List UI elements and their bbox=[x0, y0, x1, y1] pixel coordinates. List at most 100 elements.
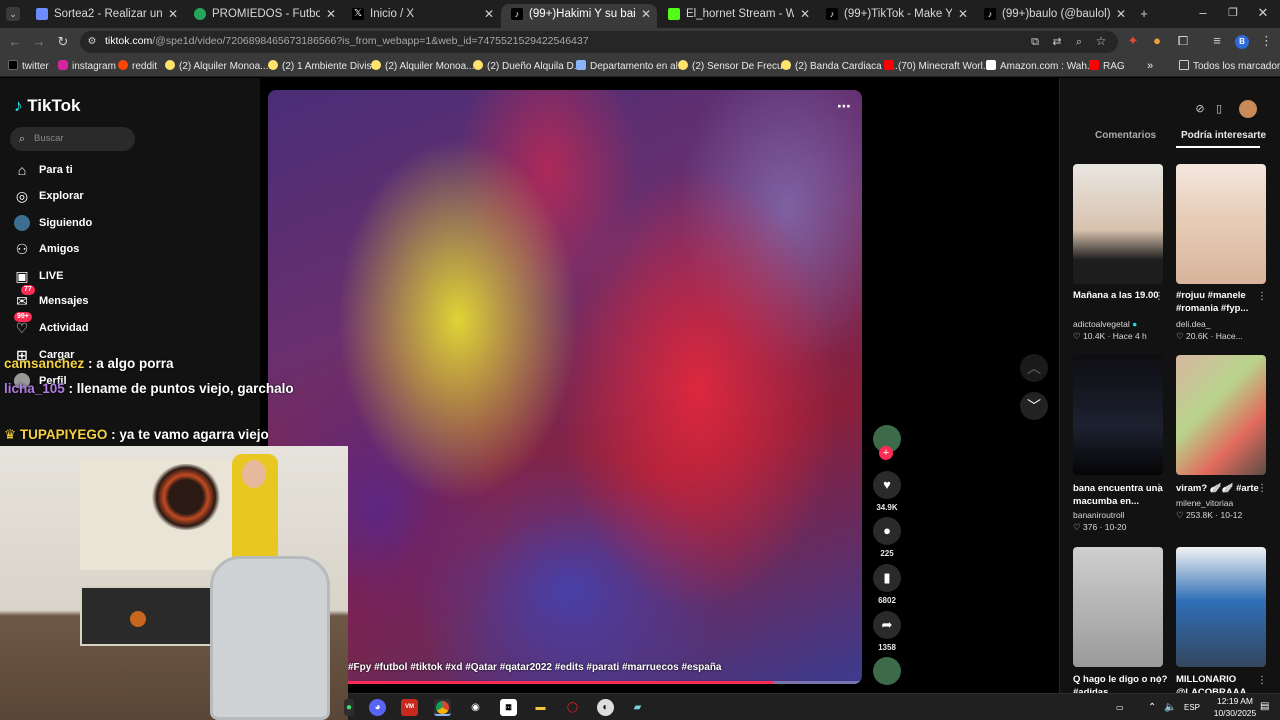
chrome-icon[interactable] bbox=[434, 699, 451, 716]
tab-5[interactable]: ♪ (99+)TikTok - Make Your Day ✕ bbox=[816, 4, 974, 28]
app-icon[interactable]: ● bbox=[344, 699, 354, 716]
save-button[interactable]: ▮ bbox=[873, 564, 901, 592]
notifications-icon[interactable]: ▤ bbox=[1260, 701, 1269, 712]
reading-list-icon[interactable]: ≡ bbox=[1210, 34, 1224, 48]
video-progress-bar[interactable] bbox=[268, 681, 862, 684]
share-button[interactable]: ➦ bbox=[873, 611, 901, 639]
previous-video-button[interactable]: ︿ bbox=[1020, 354, 1048, 382]
tray-date[interactable]: 10/30/2025 bbox=[1210, 708, 1260, 718]
file-explorer-icon[interactable]: ▬ bbox=[532, 699, 549, 716]
bookmark-rag[interactable]: RAG bbox=[1089, 59, 1125, 74]
card-more-icon[interactable]: ⋮ bbox=[1154, 674, 1164, 688]
tab-podria-interesarte[interactable]: Podría interesarte bbox=[1181, 130, 1266, 141]
tab-close-icon[interactable]: ✕ bbox=[1116, 4, 1126, 24]
tab-close-icon[interactable]: ✕ bbox=[326, 4, 336, 24]
bookmark-amazon[interactable]: Amazon.com : Wah... bbox=[986, 59, 1095, 74]
obs-icon[interactable]: ◉ bbox=[467, 699, 484, 716]
menu-kebab-icon[interactable]: ⋮ bbox=[1260, 34, 1273, 48]
reload-icon[interactable]: ↻ bbox=[56, 35, 70, 49]
bookmark-item[interactable]: (2) Alquiler Monoa... bbox=[165, 59, 269, 74]
video-more-icon[interactable]: ⋯ bbox=[837, 98, 852, 115]
video-thumbnail[interactable] bbox=[1073, 164, 1163, 284]
voicemeeter-icon[interactable]: VM bbox=[401, 699, 418, 716]
extension-color-icon[interactable]: ● bbox=[1150, 34, 1164, 48]
bookmark-youtube[interactable]: (70) Minecraft Worl... bbox=[884, 59, 991, 74]
tiktok-logo[interactable]: ♪ TikTok bbox=[14, 96, 80, 118]
video-thumbnail[interactable] bbox=[1176, 547, 1266, 667]
video-thumbnail[interactable] bbox=[1176, 164, 1266, 284]
tab-3-active[interactable]: ♪ (99+)Hakimi Y su baile #Fpy #fu ✕ bbox=[501, 4, 657, 28]
tab-4[interactable]: El_hornet Stream - Watch Live on ✕ bbox=[658, 4, 816, 28]
video-thumbnail[interactable] bbox=[1073, 547, 1163, 667]
video-hashtags[interactable]: #Fpy #futbol #tiktok #xd #Qatar #qatar20… bbox=[348, 662, 722, 673]
back-icon[interactable]: ← bbox=[8, 35, 22, 49]
tab-0[interactable]: Sortea2 - Realizar un sorteo ✕ bbox=[26, 4, 184, 28]
card-more-icon[interactable]: ⋮ bbox=[1154, 290, 1164, 304]
tab-search-icon[interactable]: ⌄ bbox=[6, 7, 20, 21]
translate-icon[interactable]: ⇄ bbox=[1050, 35, 1064, 49]
close-window-icon[interactable]: ✕ bbox=[1256, 6, 1270, 20]
card-author[interactable]: deli.dea_ bbox=[1176, 319, 1272, 329]
tray-network-icon[interactable]: ▭ bbox=[1116, 703, 1124, 712]
card-more-icon[interactable]: ⋮ bbox=[1154, 482, 1164, 496]
bookmark-instagram[interactable]: instagram bbox=[58, 59, 116, 74]
tray-time[interactable]: 12:19 AM bbox=[1210, 696, 1260, 706]
tab-close-icon[interactable]: ✕ bbox=[168, 4, 178, 24]
bookmark-twitter[interactable]: twitter bbox=[8, 59, 49, 74]
bookmark-item[interactable]: Departamento en al... bbox=[576, 59, 686, 74]
extension-icon[interactable]: ✦ bbox=[1126, 34, 1140, 48]
extensions-puzzle-icon[interactable]: ⧠ bbox=[1176, 34, 1190, 48]
zoom-icon[interactable]: ⌕ bbox=[1072, 35, 1086, 49]
video-player[interactable]: ⋯ bbox=[268, 90, 862, 684]
like-button[interactable]: ♥ bbox=[873, 471, 901, 499]
bookmark-reddit[interactable]: reddit bbox=[118, 59, 157, 74]
card-author[interactable]: bananiroutroll bbox=[1073, 510, 1169, 520]
discord-icon[interactable]: ◕ bbox=[369, 699, 386, 716]
profile-avatar[interactable]: B bbox=[1235, 35, 1249, 49]
opera-icon[interactable]: ◯ bbox=[564, 699, 581, 716]
tab-2[interactable]: 𝕏 Inicio / X ✕ bbox=[342, 4, 500, 28]
capcut-icon[interactable]: ⧈ bbox=[500, 699, 517, 716]
bookmark-item[interactable]: (2) Dueño Alquila D... bbox=[473, 59, 582, 74]
follow-plus-icon[interactable]: + bbox=[879, 446, 893, 460]
bookmark-item[interactable]: (2) 1 Ambiente Divis... bbox=[268, 59, 380, 74]
user-avatar[interactable] bbox=[1239, 100, 1257, 118]
cast-icon[interactable]: ⧉ bbox=[1028, 35, 1042, 49]
tray-language[interactable]: ESP bbox=[1184, 703, 1200, 712]
tab-close-icon[interactable]: ✕ bbox=[958, 4, 968, 24]
tray-volume-icon[interactable]: 🔈 bbox=[1164, 702, 1176, 713]
more-bookmarks-icon[interactable]: » bbox=[1147, 59, 1153, 74]
notepad-icon[interactable]: ▰ bbox=[629, 699, 646, 716]
bookmark-star-icon[interactable]: ☆ bbox=[1094, 34, 1108, 48]
coin-icon[interactable]: ⊘ bbox=[1193, 102, 1207, 116]
device-icon[interactable]: ▯ bbox=[1212, 102, 1226, 116]
all-bookmarks-folder[interactable]: Todos los marcadores bbox=[1179, 59, 1280, 74]
tab-6[interactable]: ♪ (99+)baulo (@baulol) | TikTok ✕ bbox=[974, 4, 1132, 28]
card-author[interactable]: milene_vitoriaa bbox=[1176, 498, 1272, 508]
restore-icon[interactable]: ❐ bbox=[1226, 6, 1240, 20]
card-more-icon[interactable]: ⋮ bbox=[1257, 482, 1267, 496]
search-input[interactable]: ⌕ Buscar bbox=[10, 127, 135, 151]
tray-chevron-up-icon[interactable]: ⌃ bbox=[1148, 702, 1156, 713]
forward-icon[interactable]: → bbox=[32, 35, 46, 49]
video-thumbnail[interactable] bbox=[1073, 355, 1163, 475]
tab-close-icon[interactable]: ✕ bbox=[641, 4, 651, 24]
site-info-icon[interactable]: ⚙ bbox=[86, 35, 98, 49]
new-tab-icon[interactable]: + bbox=[1137, 7, 1151, 21]
card-more-icon[interactable]: ⋮ bbox=[1257, 674, 1267, 688]
next-video-button[interactable]: ﹀ bbox=[1020, 392, 1048, 420]
bookmark-item[interactable]: (2) Banda Cardiaca J... bbox=[781, 59, 898, 74]
tab-close-icon[interactable]: ✕ bbox=[484, 4, 494, 24]
address-bar[interactable]: ⚙ tiktok.com/@spe1d/video/72068984656731… bbox=[80, 31, 1118, 53]
card-author[interactable]: adictoalvegetal ● bbox=[1073, 319, 1169, 329]
tab-close-icon[interactable]: ✕ bbox=[800, 4, 810, 24]
video-thumbnail[interactable] bbox=[1176, 355, 1266, 475]
card-more-icon[interactable]: ⋮ bbox=[1257, 290, 1267, 304]
tab-1[interactable]: PROMIEDOS - Futbol Argentino ✕ bbox=[184, 4, 342, 28]
music-disc-avatar[interactable] bbox=[873, 657, 901, 685]
comment-button[interactable]: ● bbox=[873, 517, 901, 545]
bookmark-item[interactable]: (2) Alquiler Monoa... bbox=[371, 59, 475, 74]
tab-comentarios[interactable]: Comentarios bbox=[1095, 130, 1156, 141]
steam-icon[interactable]: ◐ bbox=[597, 699, 614, 716]
minimize-icon[interactable]: – bbox=[1196, 6, 1210, 20]
